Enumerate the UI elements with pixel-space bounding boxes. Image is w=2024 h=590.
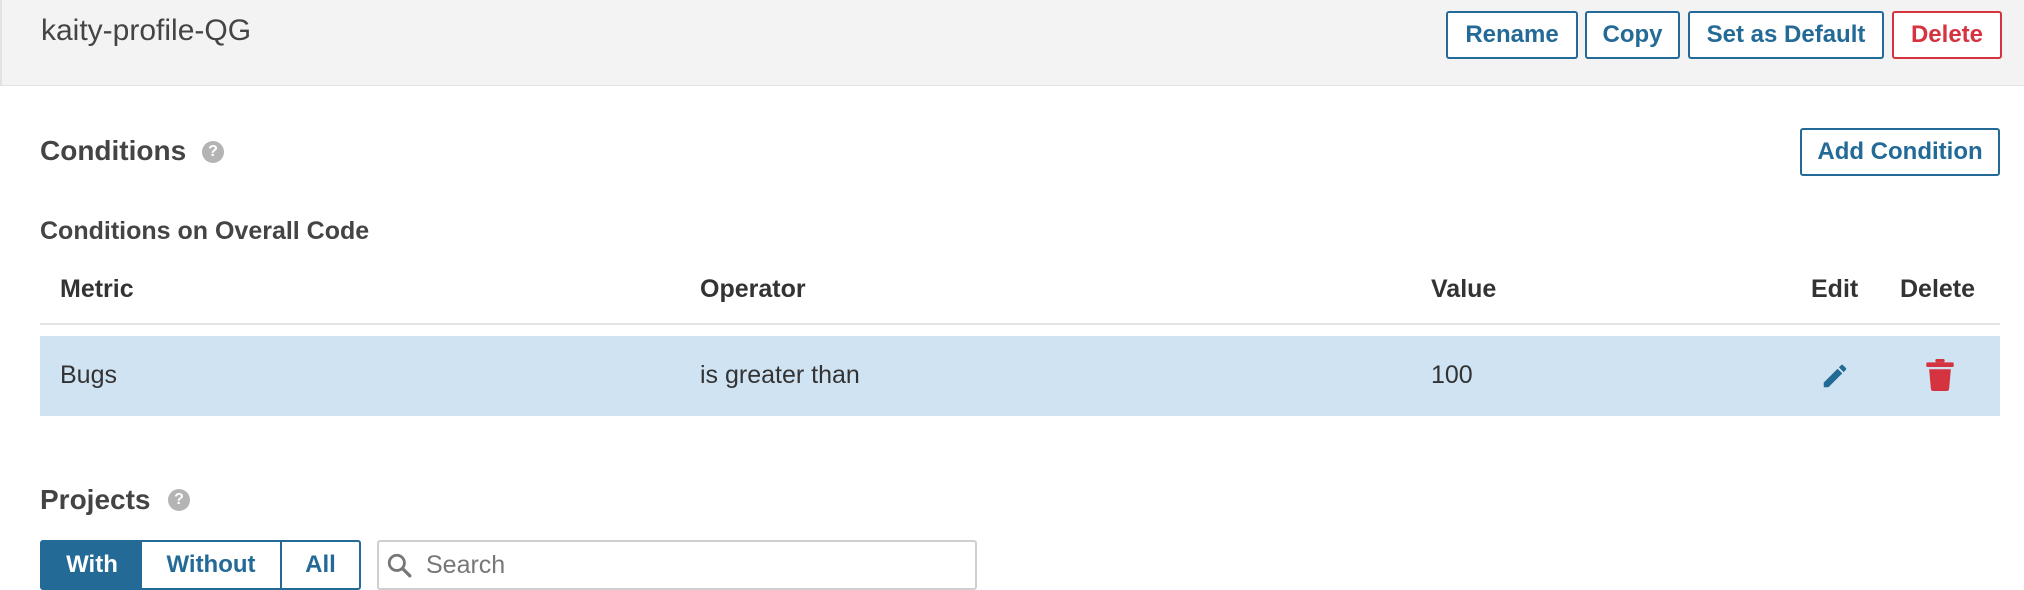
conditions-help-icon[interactable]: ? bbox=[202, 141, 224, 163]
projects-help-icon[interactable]: ? bbox=[168, 489, 190, 511]
filter-without-button[interactable]: Without bbox=[142, 540, 282, 590]
column-header-metric: Metric bbox=[60, 275, 134, 303]
column-header-operator: Operator bbox=[700, 275, 806, 303]
rename-button[interactable]: Rename bbox=[1446, 11, 1578, 59]
condition-operator-cell: is greater than bbox=[700, 361, 860, 389]
conditions-overall-code-title: Conditions on Overall Code bbox=[40, 217, 370, 245]
conditions-title: Conditions bbox=[40, 135, 187, 166]
search-icon bbox=[387, 553, 412, 578]
condition-metric-cell: Bugs bbox=[60, 361, 117, 389]
table-row bbox=[40, 336, 2000, 416]
filter-with-button[interactable]: With bbox=[40, 540, 144, 590]
pencil-icon[interactable] bbox=[1820, 361, 1850, 391]
column-header-value: Value bbox=[1431, 275, 1497, 303]
delete-quality-gate-button[interactable]: Delete bbox=[1892, 11, 2002, 59]
add-condition-button[interactable]: Add Condition bbox=[1800, 128, 2000, 176]
table-header-divider bbox=[40, 323, 2000, 325]
set-as-default-button[interactable]: Set as Default bbox=[1688, 11, 1884, 59]
quality-gate-name: kaity-profile-QG bbox=[41, 14, 252, 47]
condition-value-cell: 100 bbox=[1431, 361, 1473, 389]
column-header-delete: Delete bbox=[1900, 275, 1976, 303]
projects-title: Projects bbox=[40, 484, 151, 515]
filter-all-button[interactable]: All bbox=[280, 540, 361, 590]
project-search-input[interactable] bbox=[424, 544, 968, 586]
column-header-edit: Edit bbox=[1811, 275, 1859, 303]
copy-button[interactable]: Copy bbox=[1585, 11, 1680, 59]
trash-icon[interactable] bbox=[1926, 359, 1954, 391]
